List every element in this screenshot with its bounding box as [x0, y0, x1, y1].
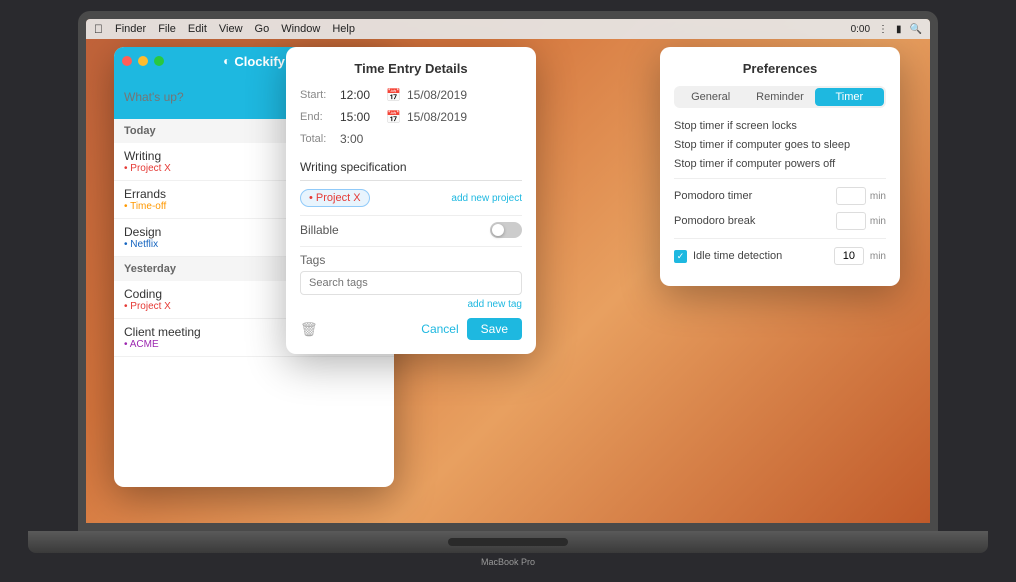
tab-general[interactable]: General: [676, 88, 745, 106]
idle-detection-label: Idle time detection: [693, 250, 782, 262]
pref-option-1: Stop timer if screen locks: [674, 120, 886, 132]
dialog-title: Time Entry Details: [300, 61, 522, 76]
pref-divider-2: [674, 238, 886, 239]
menubar-left:  Finder File Edit View Go Window Help: [94, 22, 355, 36]
pomodoro-timer-row: Pomodoro timer min: [674, 187, 886, 205]
tab-timer[interactable]: Timer: [815, 88, 884, 106]
laptop-screen:  Finder File Edit View Go Window Help 0…: [78, 11, 938, 531]
entry-name: Writing: [124, 149, 306, 163]
start-date: 15/08/2019: [407, 88, 467, 102]
battery-icon: ▮: [896, 24, 902, 35]
maximize-button[interactable]: [154, 56, 164, 66]
logo-icon: ◐: [223, 54, 230, 68]
clockify-logo: ◐ Clockify: [223, 54, 285, 69]
menubar-time: 0:00: [851, 24, 870, 35]
tab-reminder[interactable]: Reminder: [745, 88, 814, 106]
menubar-go[interactable]: Go: [255, 23, 270, 35]
menubar-view[interactable]: View: [219, 23, 243, 35]
calendar-icon[interactable]: 📅: [386, 110, 401, 124]
pref-option-2: Stop timer if computer goes to sleep: [674, 139, 886, 151]
pref-option-2-text: Stop timer if computer goes to sleep: [674, 139, 850, 151]
pomodoro-timer-controls: min: [836, 187, 886, 205]
idle-detection-row: ✓ Idle time detection min: [674, 247, 886, 265]
idle-detection-unit: min: [870, 251, 886, 262]
yesterday-label: Yesterday: [124, 263, 176, 275]
description-input[interactable]: [300, 154, 522, 181]
billable-row: Billable: [300, 222, 522, 238]
idle-detection-value[interactable]: [834, 247, 864, 265]
time-entry-dialog: Time Entry Details Start: 📅 15/08/2019 E…: [286, 47, 536, 354]
apple-icon[interactable]: : [94, 22, 103, 36]
logo-text: Clockify: [234, 54, 285, 69]
pref-option-3: Stop timer if computer powers off: [674, 158, 886, 170]
pref-option-1-text: Stop timer if screen locks: [674, 120, 797, 132]
wifi-icon: ⋮: [878, 24, 888, 35]
close-button[interactable]: [122, 56, 132, 66]
minimize-button[interactable]: [138, 56, 148, 66]
search-input[interactable]: [124, 90, 279, 104]
end-row: End: 📅 15/08/2019: [300, 110, 522, 124]
menubar-help[interactable]: Help: [332, 23, 355, 35]
pomodoro-break-controls: min: [836, 212, 886, 230]
divider: [300, 215, 522, 216]
macbook-label: MacBook Pro: [481, 557, 535, 567]
menubar-edit[interactable]: Edit: [188, 23, 207, 35]
calendar-icon[interactable]: 📅: [386, 88, 401, 102]
entry-info: Writing • Project X: [124, 149, 306, 174]
end-date: 15/08/2019: [407, 110, 467, 124]
pomodoro-break-input[interactable]: [836, 212, 866, 230]
add-project-link[interactable]: add new project: [451, 193, 522, 204]
billable-toggle[interactable]: [490, 222, 522, 238]
end-label: End:: [300, 111, 334, 123]
laptop-notch: [448, 538, 568, 546]
total-row: Total: 3:00: [300, 132, 522, 146]
tags-input[interactable]: [300, 271, 522, 295]
preferences-tabs: General Reminder Timer: [674, 86, 886, 108]
add-tag-link[interactable]: add new tag: [300, 299, 522, 310]
menubar-right: 0:00 ⋮ ▮ 🔍: [851, 24, 922, 35]
laptop-base: MacBook Pro: [28, 531, 988, 553]
total-label: Total:: [300, 133, 334, 145]
delete-icon[interactable]: 🗑: [300, 321, 318, 338]
menubar-file[interactable]: File: [158, 23, 176, 35]
pomodoro-timer-label: Pomodoro timer: [674, 190, 752, 202]
footer-buttons: Cancel Save: [421, 318, 522, 340]
start-row: Start: 📅 15/08/2019: [300, 88, 522, 102]
cancel-button[interactable]: Cancel: [421, 318, 458, 340]
laptop:  Finder File Edit View Go Window Help 0…: [28, 11, 988, 571]
menubar-window[interactable]: Window: [281, 23, 320, 35]
dialog-footer: 🗑 Cancel Save: [300, 318, 522, 340]
entry-project: • Project X: [124, 163, 306, 174]
preferences-title: Preferences: [674, 61, 886, 76]
end-time-input[interactable]: [340, 110, 380, 124]
project-row: • Project X add new project: [300, 189, 522, 207]
save-button[interactable]: Save: [467, 318, 522, 340]
start-label: Start:: [300, 89, 334, 101]
divider: [300, 246, 522, 247]
pomodoro-break-unit: min: [870, 216, 886, 227]
total-time: 3:00: [340, 132, 363, 146]
menubar-finder[interactable]: Finder: [115, 23, 146, 35]
pomodoro-timer-unit: min: [870, 191, 886, 202]
search-icon[interactable]: 🔍: [910, 24, 922, 35]
pomodoro-break-row: Pomodoro break min: [674, 212, 886, 230]
today-label: Today: [124, 125, 156, 137]
pref-divider: [674, 178, 886, 179]
start-time-input[interactable]: [340, 88, 380, 102]
pref-option-3-text: Stop timer if computer powers off: [674, 158, 835, 170]
preferences-dialog: Preferences General Reminder Timer Stop …: [660, 47, 900, 286]
menubar:  Finder File Edit View Go Window Help 0…: [86, 19, 930, 39]
project-tag[interactable]: • Project X: [300, 189, 370, 207]
tags-label: Tags: [300, 253, 522, 267]
billable-label: Billable: [300, 223, 339, 237]
pomodoro-timer-input[interactable]: [836, 187, 866, 205]
idle-detection-checkbox[interactable]: ✓: [674, 250, 687, 263]
pomodoro-break-label: Pomodoro break: [674, 215, 755, 227]
